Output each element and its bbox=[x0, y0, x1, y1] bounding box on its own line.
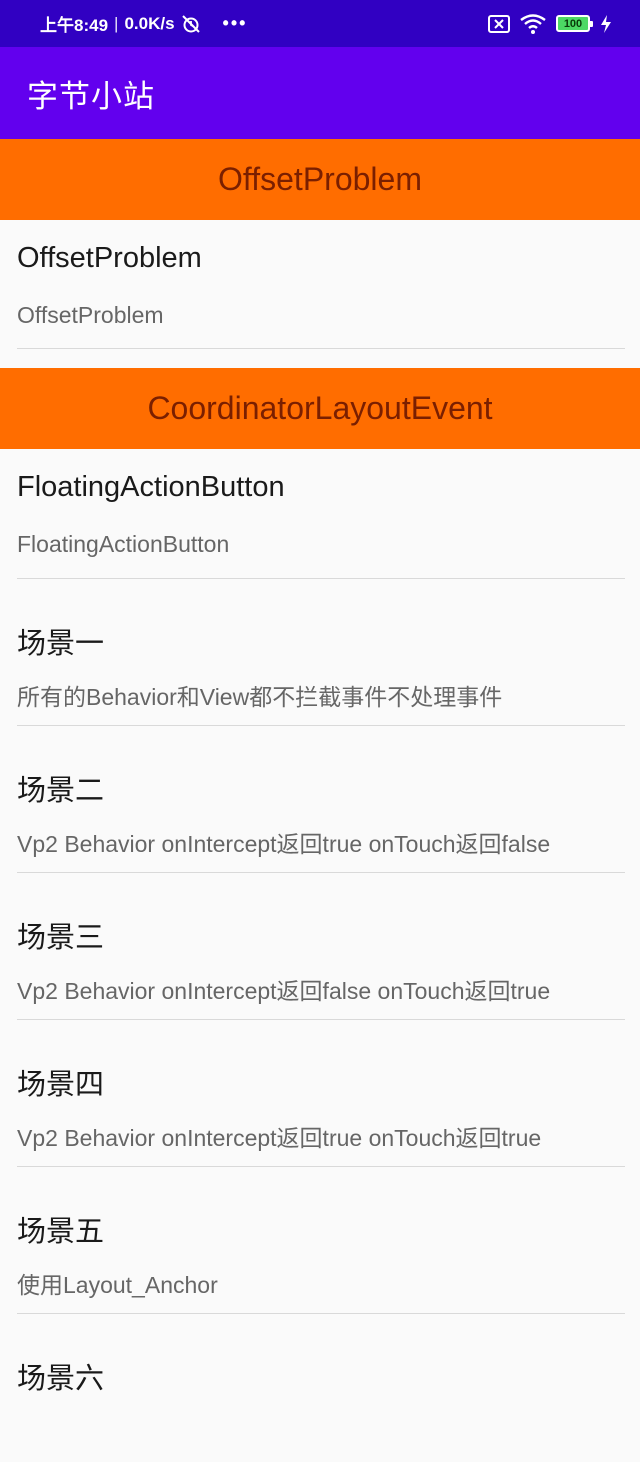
list-item[interactable]: FloatingActionButton FloatingActionButto… bbox=[0, 449, 640, 580]
divider bbox=[17, 872, 625, 873]
app-bar: 字节小站 bbox=[0, 47, 640, 139]
list-item[interactable]: 场景四 Vp2 Behavior onIntercept返回true onTou… bbox=[0, 1021, 640, 1168]
section-header-offset-problem: OffsetProblem bbox=[0, 139, 640, 220]
divider bbox=[17, 1166, 625, 1167]
more-notifications-icon: ••• bbox=[222, 13, 248, 33]
item-title: 场景二 bbox=[17, 775, 105, 807]
item-title: 场景一 bbox=[17, 628, 105, 660]
network-speed: 0.0K/s bbox=[124, 13, 175, 33]
divider bbox=[17, 348, 625, 349]
sim-off-icon bbox=[488, 14, 510, 33]
status-separator: | bbox=[114, 13, 119, 33]
item-title: 场景五 bbox=[17, 1216, 105, 1248]
divider bbox=[17, 1313, 625, 1314]
list-item[interactable]: 场景一 所有的Behavior和View都不拦截事件不处理事件 bbox=[0, 580, 640, 727]
list-item[interactable]: OffsetProblem OffsetProblem bbox=[0, 220, 640, 350]
charging-icon bbox=[600, 14, 612, 33]
item-title: FloatingActionButton bbox=[17, 471, 285, 503]
list-item[interactable]: 场景六 bbox=[0, 1315, 640, 1462]
item-subtitle: 使用Layout_Anchor bbox=[17, 1272, 218, 1298]
wifi-icon bbox=[520, 13, 546, 34]
list-item[interactable]: 场景二 Vp2 Behavior onIntercept返回true onTou… bbox=[0, 727, 640, 874]
divider bbox=[17, 578, 625, 579]
clock: 上午8:49 bbox=[40, 16, 109, 35]
item-title: 场景三 bbox=[17, 922, 105, 954]
item-subtitle: Vp2 Behavior onIntercept返回true onTouch返回… bbox=[17, 1125, 542, 1151]
item-subtitle: OffsetProblem bbox=[17, 302, 164, 328]
status-left: 上午8:49 | 0.0K/s bbox=[40, 11, 201, 36]
status-right: 100 bbox=[488, 13, 612, 34]
divider bbox=[17, 725, 625, 726]
battery-icon: 100 bbox=[556, 15, 593, 32]
status-bar: 上午8:49 | 0.0K/s ••• 100 bbox=[0, 0, 640, 47]
item-title: 场景六 bbox=[17, 1363, 105, 1395]
list: OffsetProblem OffsetProblem OffsetProble… bbox=[0, 139, 640, 1462]
item-subtitle: Vp2 Behavior onIntercept返回true onTouch返回… bbox=[17, 831, 551, 857]
list-item[interactable]: 场景五 使用Layout_Anchor bbox=[0, 1168, 640, 1315]
alarm-off-icon bbox=[181, 14, 201, 34]
app-title: 字节小站 bbox=[27, 78, 155, 115]
list-item[interactable]: 场景三 Vp2 Behavior onIntercept返回false onTo… bbox=[0, 874, 640, 1021]
section-header-coordinator-layout-event: CoordinatorLayoutEvent bbox=[0, 368, 640, 449]
divider bbox=[17, 1019, 625, 1020]
item-subtitle: Vp2 Behavior onIntercept返回false onTouch返… bbox=[17, 978, 551, 1004]
item-subtitle: FloatingActionButton bbox=[17, 531, 230, 557]
item-title: OffsetProblem bbox=[17, 242, 202, 274]
item-subtitle: 所有的Behavior和View都不拦截事件不处理事件 bbox=[17, 684, 503, 710]
item-title: 场景四 bbox=[17, 1069, 105, 1101]
